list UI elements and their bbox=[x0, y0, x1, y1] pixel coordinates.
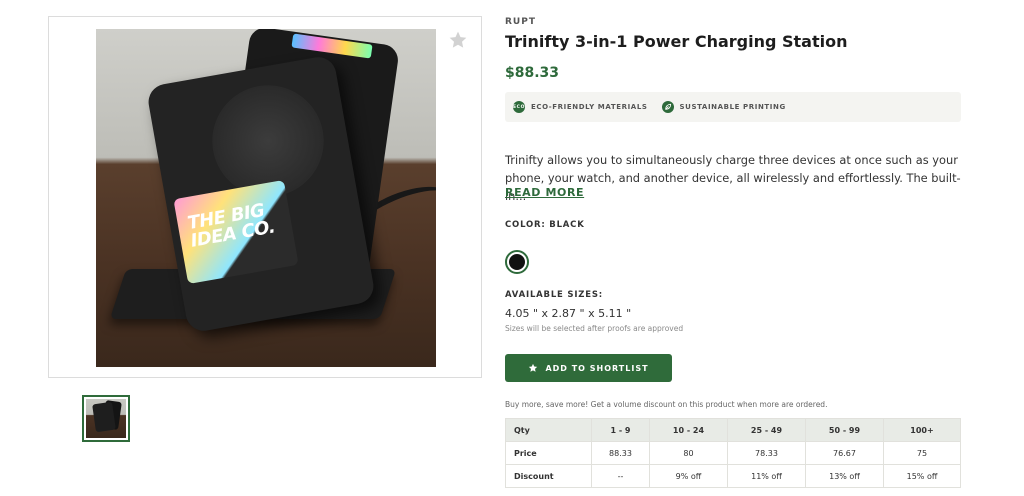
charging-pad-shape bbox=[212, 85, 324, 197]
table-header-cell: 100+ bbox=[882, 418, 962, 442]
thumb-shape bbox=[92, 401, 116, 433]
shortlist-label: ADD TO SHORTLIST bbox=[545, 363, 649, 373]
color-swatch-black[interactable] bbox=[505, 250, 529, 274]
table-cell: 75 bbox=[882, 441, 962, 465]
read-more-link[interactable]: READ MORE bbox=[505, 186, 584, 199]
favorite-button[interactable] bbox=[447, 29, 469, 51]
leaf-icon bbox=[661, 101, 674, 113]
product-main-image[interactable]: THE BIG IDEA CO. bbox=[96, 29, 436, 367]
thumbnail-image bbox=[86, 399, 126, 438]
table-cell: 80 bbox=[648, 441, 728, 465]
table-header-cell: Qty bbox=[505, 418, 592, 442]
table-cell: 13% off bbox=[804, 464, 884, 488]
eco-icon: ECO bbox=[513, 101, 525, 113]
sizes-note: Sizes will be selected after proofs are … bbox=[505, 324, 684, 333]
table-cell: Discount bbox=[505, 464, 592, 488]
table-header-cell: 50 - 99 bbox=[804, 418, 884, 442]
product-title: Trinifty 3-in-1 Power Charging Station bbox=[505, 32, 848, 51]
badge-label: ECO-FRIENDLY MATERIALS bbox=[531, 103, 648, 111]
table-cell: 15% off bbox=[882, 464, 962, 488]
table-cell: 76.67 bbox=[804, 441, 884, 465]
table-cell: Price bbox=[505, 441, 592, 465]
star-icon bbox=[449, 31, 467, 48]
volume-pricing-table: Qty 1 - 9 10 - 24 25 - 49 50 - 99 100+ P… bbox=[505, 418, 962, 488]
product-thumbnail[interactable] bbox=[82, 395, 130, 442]
volume-discount-note: Buy more, save more! Get a volume discou… bbox=[505, 400, 828, 409]
badge-label: SUSTAINABLE PRINTING bbox=[679, 103, 786, 111]
badge-sustainable-printing: SUSTAINABLE PRINTING bbox=[661, 101, 786, 113]
table-row: Discount -- 9% off 11% off 13% off 15% o… bbox=[505, 464, 962, 488]
add-to-shortlist-button[interactable]: ADD TO SHORTLIST bbox=[505, 354, 672, 382]
table-header-row: Qty 1 - 9 10 - 24 25 - 49 50 - 99 100+ bbox=[505, 418, 962, 442]
table-cell: 78.33 bbox=[726, 441, 806, 465]
sustainability-badges: ECO ECO-FRIENDLY MATERIALS SUSTAINABLE P… bbox=[505, 92, 961, 122]
table-header-cell: 1 - 9 bbox=[591, 418, 650, 442]
product-price: $88.33 bbox=[505, 65, 560, 81]
table-cell: -- bbox=[591, 464, 650, 488]
star-icon bbox=[529, 363, 538, 372]
sizes-value: 4.05 " x 2.87 " x 5.11 " bbox=[505, 307, 632, 320]
brand-name: RUPT bbox=[505, 17, 536, 27]
printed-logo-text: THE BIG IDEA CO. bbox=[186, 199, 277, 252]
badge-eco-friendly: ECO ECO-FRIENDLY MATERIALS bbox=[513, 101, 648, 113]
table-cell: 88.33 bbox=[591, 441, 650, 465]
table-cell: 9% off bbox=[648, 464, 728, 488]
color-label: COLOR: BLACK bbox=[505, 220, 585, 230]
sizes-label: AVAILABLE SIZES: bbox=[505, 290, 603, 300]
product-gallery: THE BIG IDEA CO. bbox=[48, 16, 482, 378]
table-header-cell: 10 - 24 bbox=[648, 418, 728, 442]
table-header-cell: 25 - 49 bbox=[726, 418, 806, 442]
table-row: Price 88.33 80 78.33 76.67 75 bbox=[505, 441, 962, 465]
table-cell: 11% off bbox=[726, 464, 806, 488]
color-swatch-fill bbox=[509, 254, 525, 270]
